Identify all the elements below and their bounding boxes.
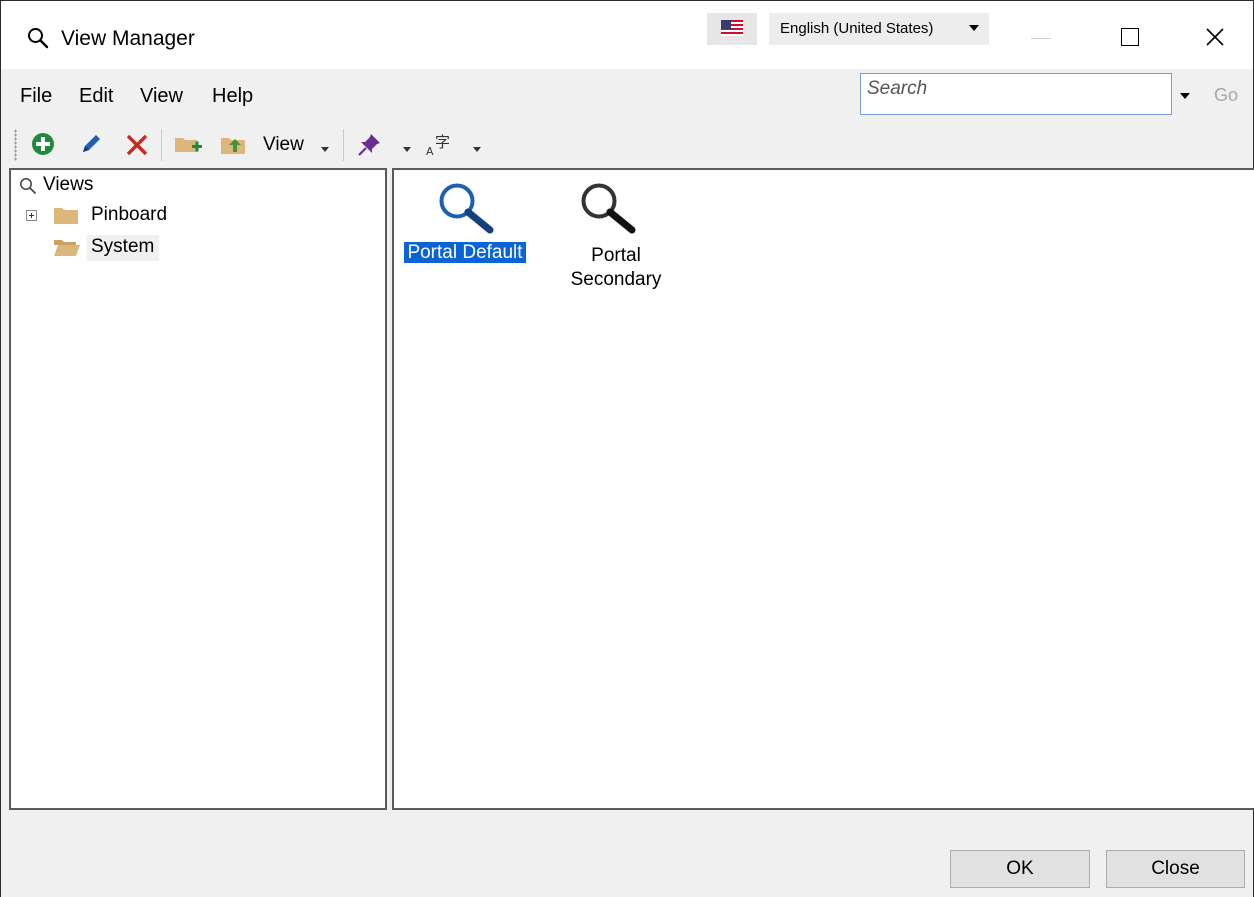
- chevron-down-icon[interactable]: [403, 147, 411, 152]
- menu-view[interactable]: View: [140, 85, 183, 108]
- magnifier-icon: [19, 177, 37, 200]
- us-flag-icon: [721, 20, 743, 36]
- close-icon: [1206, 28, 1224, 46]
- close-button[interactable]: Close: [1106, 850, 1245, 888]
- search-box: [860, 73, 1172, 115]
- chevron-down-icon[interactable]: [473, 147, 481, 152]
- magnifier-black-icon[interactable]: [575, 180, 639, 239]
- language-label: English (United States): [780, 20, 934, 37]
- search-input[interactable]: [861, 74, 1171, 114]
- svg-text:字: 字: [435, 133, 450, 151]
- toolbar-separator: [161, 129, 162, 161]
- tree-root-views[interactable]: Views: [43, 174, 93, 196]
- go-button[interactable]: Go: [1214, 85, 1238, 106]
- add-icon[interactable]: [31, 132, 55, 161]
- delete-icon[interactable]: [124, 132, 150, 163]
- edit-icon[interactable]: [79, 132, 103, 161]
- item-portal-secondary-label[interactable]: Portal Secondary: [551, 244, 681, 292]
- window-title: View Manager: [61, 27, 195, 50]
- tree-item-system[interactable]: System: [91, 236, 154, 258]
- minimize-button[interactable]: [1031, 38, 1051, 39]
- magnifier-blue-icon[interactable]: [433, 180, 497, 239]
- expand-icon[interactable]: [26, 210, 37, 221]
- new-folder-icon[interactable]: [173, 132, 205, 163]
- item-portal-default-label[interactable]: Portal Default: [400, 241, 530, 265]
- chevron-down-icon: [969, 25, 979, 31]
- toolbar-grip[interactable]: [14, 129, 17, 161]
- close-window-button[interactable]: [1204, 26, 1226, 53]
- chevron-down-icon: [321, 147, 329, 152]
- search-dropdown-button[interactable]: [1180, 93, 1190, 99]
- magnifier-icon: [27, 27, 49, 54]
- folder-icon: [53, 205, 79, 230]
- maximize-button[interactable]: [1121, 28, 1139, 46]
- pin-icon[interactable]: [356, 132, 382, 163]
- folder-open-icon: [53, 237, 81, 262]
- language-dropdown[interactable]: English (United States): [769, 13, 989, 45]
- view-manager-window: View Manager English (United States) Fil…: [0, 0, 1254, 897]
- tree-item-pinboard[interactable]: Pinboard: [91, 204, 167, 226]
- menu-help[interactable]: Help: [212, 85, 253, 108]
- translate-icon[interactable]: A 字: [425, 132, 459, 163]
- language-flag-button[interactable]: [707, 13, 757, 45]
- svg-text:A: A: [426, 145, 434, 158]
- move-folder-icon[interactable]: [219, 132, 249, 163]
- title-bar: View Manager English (United States): [1, 1, 1253, 69]
- tree-panel[interactable]: [9, 168, 387, 810]
- view-dropdown[interactable]: View: [263, 134, 304, 156]
- menu-edit[interactable]: Edit: [79, 85, 113, 108]
- ok-button[interactable]: OK: [950, 850, 1090, 888]
- menu-file[interactable]: File: [20, 85, 52, 108]
- toolbar-separator: [343, 129, 344, 161]
